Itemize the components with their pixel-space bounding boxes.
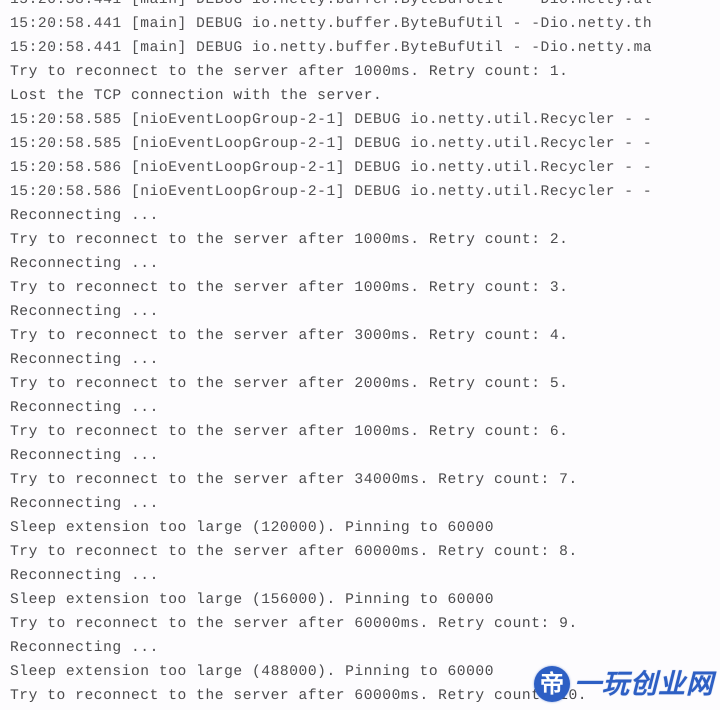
log-line: Sleep extension too large (120000). Pinn… xyxy=(10,520,494,536)
log-line: Reconnecting ... xyxy=(10,304,159,320)
log-line: Try to reconnect to the server after 340… xyxy=(10,472,578,488)
log-line: Reconnecting ... xyxy=(10,400,159,416)
log-line: Try to reconnect to the server after 100… xyxy=(10,232,569,248)
log-line: Try to reconnect to the server after 100… xyxy=(10,64,569,80)
log-line: Reconnecting ... xyxy=(10,352,159,368)
log-line: 15:20:58.586 [nioEventLoopGroup-2-1] DEB… xyxy=(10,160,653,176)
log-line: Try to reconnect to the server after 100… xyxy=(10,280,569,296)
log-line: Reconnecting ... xyxy=(10,208,159,224)
log-line: Reconnecting ... xyxy=(10,640,159,656)
log-line: Try to reconnect to the server after 600… xyxy=(10,688,588,704)
log-line-list: 15:20:58.441 [main] DEBUG io.netty.buffe… xyxy=(0,0,720,708)
log-line: 15:20:58.441 [main] DEBUG io.netty.buffe… xyxy=(10,0,653,8)
log-line: Lost the TCP connection with the server. xyxy=(10,88,383,104)
log-line: 15:20:58.585 [nioEventLoopGroup-2-1] DEB… xyxy=(10,112,653,128)
log-line: Try to reconnect to the server after 600… xyxy=(10,544,578,560)
log-line: 15:20:58.441 [main] DEBUG io.netty.buffe… xyxy=(10,40,653,56)
log-line: Reconnecting ... xyxy=(10,568,159,584)
console-log-pane: 15:20:58.441 [main] DEBUG io.netty.buffe… xyxy=(0,0,720,710)
log-line: Try to reconnect to the server after 200… xyxy=(10,376,569,392)
log-line: Sleep extension too large (488000). Pinn… xyxy=(10,664,494,680)
log-line: 15:20:58.441 [main] DEBUG io.netty.buffe… xyxy=(10,16,653,32)
log-line: 15:20:58.585 [nioEventLoopGroup-2-1] DEB… xyxy=(10,136,653,152)
log-line: Sleep extension too large (156000). Pinn… xyxy=(10,592,494,608)
log-line: Reconnecting ... xyxy=(10,448,159,464)
log-line: Try to reconnect to the server after 100… xyxy=(10,424,569,440)
log-line: Reconnecting ... xyxy=(10,256,159,272)
log-line: 15:20:58.586 [nioEventLoopGroup-2-1] DEB… xyxy=(10,184,653,200)
log-line: Try to reconnect to the server after 600… xyxy=(10,616,578,632)
log-line: Try to reconnect to the server after 300… xyxy=(10,328,569,344)
log-line: Reconnecting ... xyxy=(10,496,159,512)
